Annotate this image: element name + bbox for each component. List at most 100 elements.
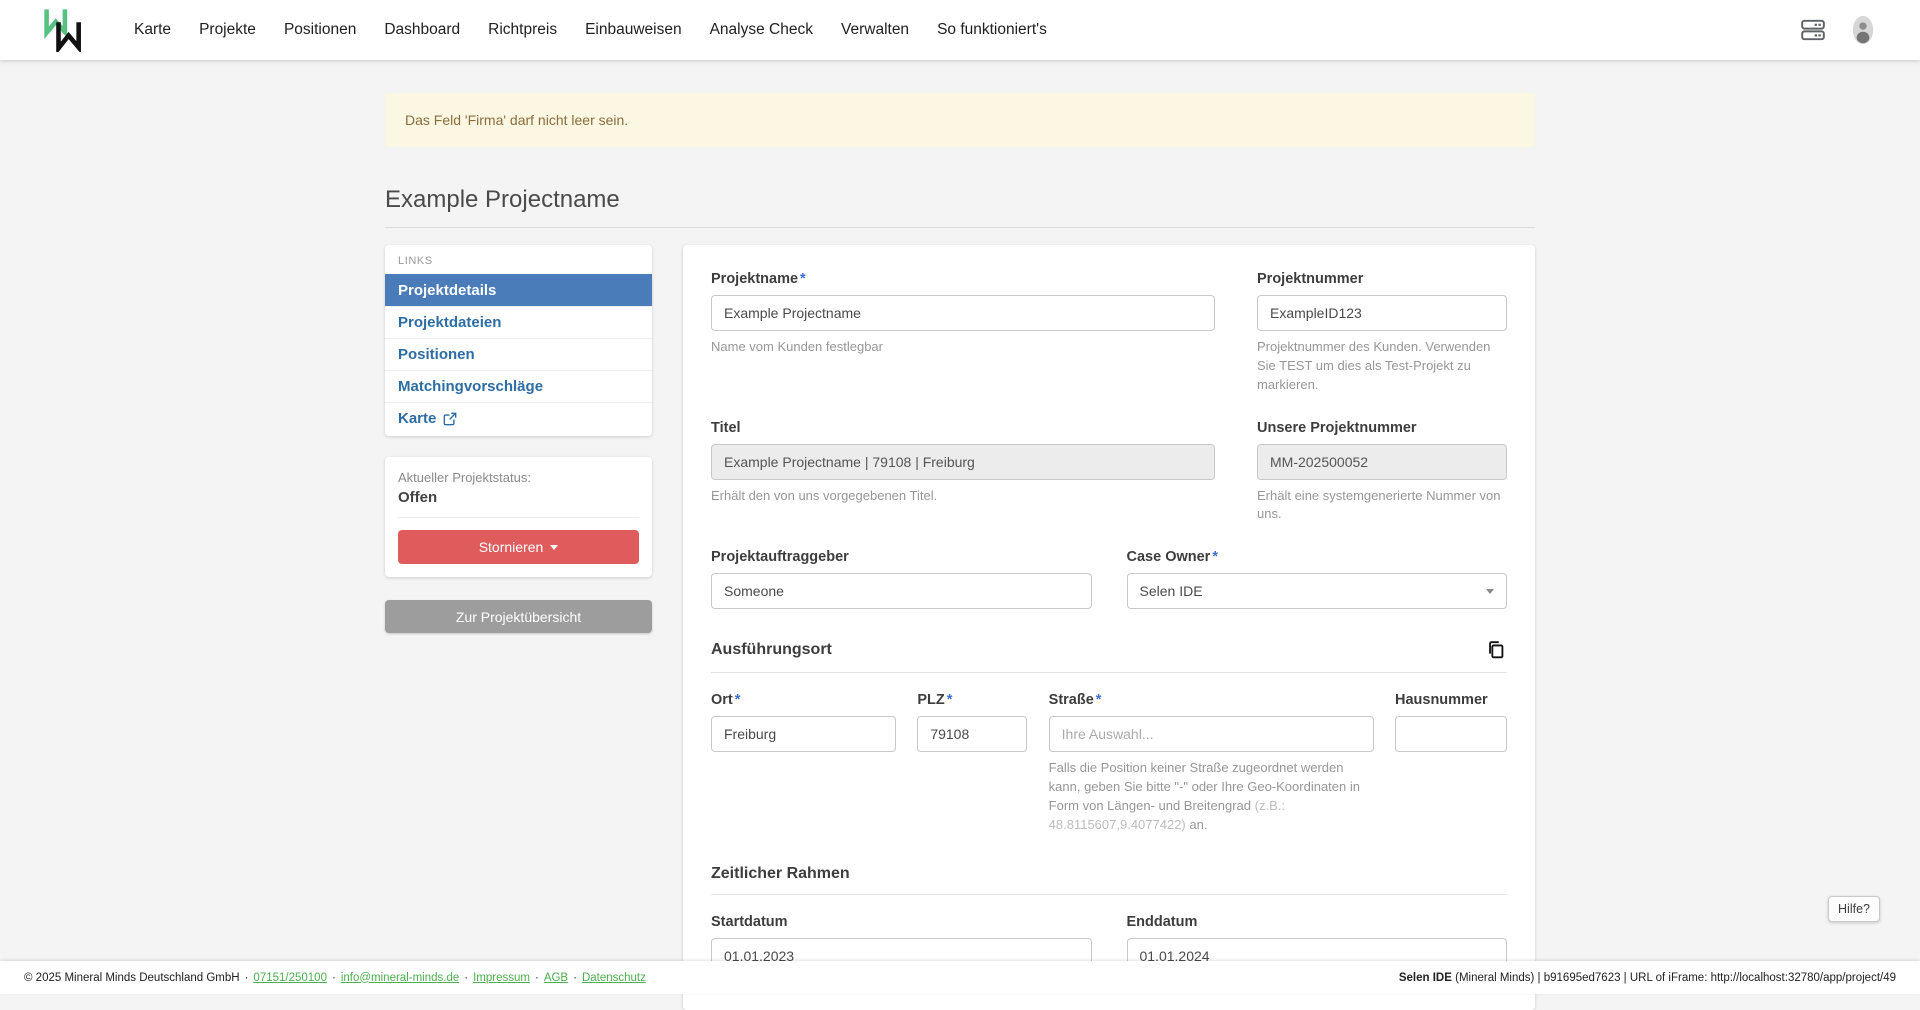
- projektauftraggeber-input[interactable]: [711, 573, 1092, 609]
- footer-separator: [332, 972, 336, 984]
- required-asterisk: *: [735, 692, 741, 708]
- validation-alert: Das Feld 'Firma' darf nicht leer sein.: [385, 93, 1535, 147]
- enddatum-label: Enddatum: [1127, 914, 1508, 930]
- nav-item-einbauweisen[interactable]: Einbauweisen: [585, 21, 682, 39]
- case-owner-select[interactable]: Selen IDE: [1127, 573, 1508, 609]
- footer-left: © 2025 Mineral Minds Deutschland GmbH 07…: [24, 972, 646, 984]
- footer-separator: [573, 972, 577, 984]
- sidebar-item-label: Positionen: [398, 346, 475, 363]
- unsere-projektnummer-label: Unsere Projektnummer: [1257, 420, 1507, 436]
- unsere-projektnummer-input: [1257, 444, 1507, 480]
- sidebar-item-matchingvorschlaege[interactable]: Matchingvorschläge: [385, 370, 652, 402]
- footer-session-details: (Mineral Minds) | b91695ed7623 | URL of …: [1452, 972, 1896, 984]
- zur-projektuebersicht-button[interactable]: Zur Projektübersicht: [385, 600, 652, 633]
- sidebar-item-projektdetails[interactable]: Projektdetails: [385, 274, 652, 306]
- links-card: LINKS Projektdetails Projektdateien Posi…: [385, 245, 652, 436]
- field-strasse: Straße* Falls die Position keiner Straße…: [1049, 692, 1374, 834]
- field-case-owner: Case Owner* Selen IDE: [1127, 549, 1508, 609]
- projektnummer-input[interactable]: [1257, 295, 1507, 331]
- hausnummer-input[interactable]: [1395, 716, 1507, 752]
- unsere-projektnummer-help: Erhält eine systemgenerierte Nummer von …: [1257, 487, 1507, 525]
- case-owner-label: Case Owner*: [1127, 549, 1508, 565]
- footer-session-info: Selen IDE (Mineral Minds) | b91695ed7623…: [1399, 972, 1896, 984]
- hausnummer-label: Hausnummer: [1395, 692, 1507, 708]
- field-unsere-projektnummer: Unsere Projektnummer Erhält eine systemg…: [1257, 420, 1507, 525]
- page-content: Das Feld 'Firma' darf nicht leer sein. E…: [385, 93, 1535, 1010]
- nav-item-richtpreis[interactable]: Richtpreis: [488, 21, 557, 39]
- top-navbar: Karte Projekte Positionen Dashboard Rich…: [0, 0, 1920, 60]
- page-footer: © 2025 Mineral Minds Deutschland GmbH 07…: [0, 961, 1920, 994]
- titel-input: [711, 444, 1215, 480]
- copy-icon: [1485, 639, 1507, 661]
- project-details-form: Projektname* Name vom Kunden festlegbar …: [683, 245, 1535, 1010]
- field-ort: Ort*: [711, 692, 896, 834]
- server-stack-icon[interactable]: [1798, 15, 1828, 45]
- sidebar-item-label: Matchingvorschläge: [398, 378, 543, 395]
- nav-item-projekte[interactable]: Projekte: [199, 21, 256, 39]
- nav-item-positionen[interactable]: Positionen: [284, 21, 356, 39]
- label-text: Straße: [1049, 692, 1094, 708]
- chevron-down-icon: [550, 545, 558, 550]
- sidebar-item-positionen[interactable]: Positionen: [385, 338, 652, 370]
- zur-projektuebersicht-label: Zur Projektübersicht: [456, 609, 581, 625]
- section-divider: [711, 672, 1507, 673]
- field-titel: Titel Erhält den von uns vorgegebenen Ti…: [711, 420, 1215, 525]
- nav-item-dashboard[interactable]: Dashboard: [384, 21, 460, 39]
- footer-user-name: Selen IDE: [1399, 972, 1452, 984]
- field-projektname: Projektname* Name vom Kunden festlegbar: [711, 271, 1215, 395]
- nav-item-analyse-check[interactable]: Analyse Check: [710, 21, 813, 39]
- sidebar-item-label: Projektdetails: [398, 282, 496, 299]
- sidebar-item-label: Karte: [398, 410, 436, 427]
- project-status-label: Aktueller Projektstatus:: [398, 470, 639, 485]
- strasse-input[interactable]: [1049, 716, 1374, 752]
- ort-label: Ort*: [711, 692, 896, 708]
- titel-help: Erhält den von uns vorgegebenen Titel.: [711, 487, 1215, 506]
- required-asterisk: *: [1212, 549, 1218, 565]
- footer-link-phone[interactable]: 07151/250100: [253, 972, 327, 984]
- mineral-minds-logo[interactable]: [42, 8, 86, 52]
- titel-label: Titel: [711, 420, 1215, 436]
- nav-item-karte[interactable]: Karte: [134, 21, 171, 39]
- footer-separator: [464, 972, 468, 984]
- section-divider: [711, 894, 1507, 895]
- project-status-value: Offen: [398, 489, 639, 506]
- nav-item-so-funktionierts[interactable]: So funktioniert's: [937, 21, 1047, 39]
- copy-address-button[interactable]: [1485, 639, 1507, 661]
- sidebar-item-label: Projektdateien: [398, 314, 501, 331]
- footer-copyright: © 2025 Mineral Minds Deutschland GmbH: [24, 972, 240, 984]
- footer-link-datenschutz[interactable]: Datenschutz: [582, 972, 646, 984]
- label-text: Projektname: [711, 271, 798, 287]
- plz-label: PLZ*: [917, 692, 1027, 708]
- footer-link-agb[interactable]: AGB: [544, 972, 568, 984]
- footer-separator: [535, 972, 539, 984]
- user-avatar-icon[interactable]: [1848, 15, 1878, 45]
- sidebar-item-karte[interactable]: Karte: [385, 402, 652, 434]
- projektauftraggeber-label: Projektauftraggeber: [711, 549, 1092, 565]
- help-button[interactable]: Hilfe?: [1828, 896, 1880, 922]
- case-owner-selected-value: Selen IDE: [1140, 583, 1203, 599]
- zeitlicher-rahmen-section-title: Zeitlicher Rahmen: [711, 865, 850, 883]
- projektnummer-label: Projektnummer: [1257, 271, 1507, 287]
- validation-alert-text: Das Feld 'Firma' darf nicht leer sein.: [405, 112, 628, 128]
- field-projektnummer: Projektnummer Projektnummer des Kunden. …: [1257, 271, 1507, 395]
- field-plz: PLZ*: [917, 692, 1027, 834]
- external-link-icon: [443, 412, 457, 426]
- strasse-help-suffix: an.: [1186, 817, 1208, 832]
- navbar-right-actions: [1798, 15, 1878, 45]
- nav-item-verwalten[interactable]: Verwalten: [841, 21, 909, 39]
- sidebar-item-projektdateien[interactable]: Projektdateien: [385, 306, 652, 338]
- title-divider: [385, 227, 1535, 228]
- links-card-header: LINKS: [385, 245, 652, 274]
- ort-input[interactable]: [711, 716, 896, 752]
- footer-link-impressum[interactable]: Impressum: [473, 972, 530, 984]
- footer-separator: [245, 972, 249, 984]
- footer-link-email[interactable]: info@mineral-minds.de: [341, 972, 459, 984]
- strasse-help: Falls die Position keiner Straße zugeord…: [1049, 759, 1374, 834]
- projektname-input[interactable]: [711, 295, 1215, 331]
- projektname-help: Name vom Kunden festlegbar: [711, 338, 1215, 357]
- required-asterisk: *: [1096, 692, 1102, 708]
- field-hausnummer: Hausnummer: [1395, 692, 1507, 834]
- ausfuehrungsort-section-title: Ausführungsort: [711, 641, 832, 659]
- plz-input[interactable]: [917, 716, 1027, 752]
- stornieren-button[interactable]: Stornieren: [398, 530, 639, 564]
